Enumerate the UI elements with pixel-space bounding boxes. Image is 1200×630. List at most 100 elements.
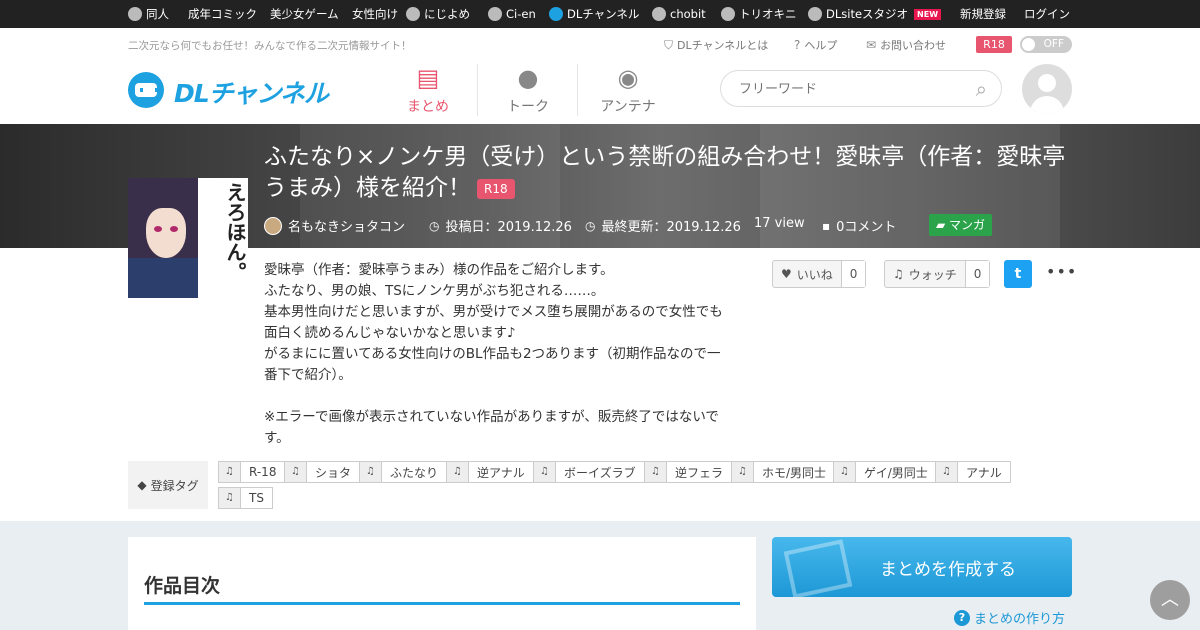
tag-label: ゲイ/男同士 [864, 465, 928, 480]
r18-toggle[interactable]: OFF [1020, 36, 1072, 53]
user-avatar[interactable] [1022, 64, 1072, 114]
r18-badge: R18 [477, 178, 515, 199]
category-label: マンガ [949, 218, 986, 232]
thumbnail-text: えろほん。 [223, 182, 247, 282]
new-badge: NEW [914, 8, 942, 20]
registered-tags-label: ◆ 登録タグ [128, 461, 208, 509]
tag-label: R-18 [249, 465, 277, 479]
shield-icon: ⛉ [664, 37, 674, 52]
tag-label: ショタ [315, 465, 352, 480]
r18-button[interactable]: R18 [976, 36, 1012, 53]
topbar-cien-link[interactable]: Ci-en [488, 0, 536, 28]
thumb-face [146, 208, 186, 258]
chevron-up-icon: ︿ [1161, 589, 1179, 610]
question-circle-icon: ? [954, 609, 970, 626]
topbar-studio-link[interactable]: DLsiteスタジオ NEW [808, 0, 942, 28]
topbar-label: 成年コミック [188, 7, 257, 21]
view-count-text: 17 view [754, 216, 805, 231]
tab-talk[interactable]: ● トーク [478, 64, 578, 124]
topbar-triokini-link[interactable]: トリオキニ [721, 0, 797, 28]
bell-icon[interactable]: ♫ [447, 462, 469, 482]
help-label: ヘルプ [804, 39, 838, 52]
topbar-label: にじよめ [424, 7, 470, 21]
article-thumbnail[interactable]: えろほん。 [128, 178, 248, 298]
topbar-comic-link[interactable]: 成年コミック [188, 0, 257, 28]
topbar-dlchannel-link[interactable]: DLチャンネル [549, 0, 639, 28]
topbar-game-link[interactable]: 美少女ゲーム [270, 0, 339, 28]
topbar-doujin-link[interactable]: 同人 [128, 0, 169, 28]
article-title: ふたなり×ノンケ男（受け）という禁断の組み合わせ！愛昧亭（作者：愛昧亭うまみ）様… [264, 142, 1074, 204]
tag-item[interactable]: ♫ 逆フェラ [644, 461, 733, 483]
toggle-label: OFF [1043, 38, 1064, 50]
tag-item[interactable]: ♫ R-18 [218, 461, 286, 483]
article-description: 愛昧亭（作者：愛昧亭うまみ）様の作品をご紹介します。 ふたなり、男の娘、TSにノ… [264, 262, 723, 446]
like-button[interactable]: ♥ いいね 0 [772, 260, 867, 288]
tag-item[interactable]: ♫ ゲイ/男同士 [833, 461, 937, 483]
bell-icon[interactable]: ♫ [534, 462, 556, 482]
triokini-icon [721, 7, 735, 21]
tag-item[interactable]: ♫ ボーイズラブ [533, 461, 645, 483]
search-icon[interactable]: ⌕ [976, 77, 987, 101]
tab-matome[interactable]: ▤ まとめ [378, 64, 478, 124]
topbar-label: 同人 [146, 7, 169, 21]
tag-item[interactable]: ♫ ショタ [284, 461, 361, 483]
tab-label: まとめ [407, 99, 449, 115]
topbar-label: 美少女ゲーム [270, 7, 339, 21]
site-logo[interactable]: DLチャンネル [128, 68, 358, 112]
twitter-share-button[interactable]: t [1004, 260, 1032, 288]
about-link[interactable]: ⛉ DLチャンネルとは [664, 37, 768, 53]
tag-label: 逆アナル [477, 465, 525, 480]
bell-icon[interactable]: ♫ [360, 462, 382, 482]
comment-count[interactable]: ▪ 0コメント [822, 216, 896, 236]
site-header: 二次元なら何でもお任せ！みんなで作る二次元情報サイト！ ⛉ DLチャンネルとは ?… [0, 28, 1200, 124]
contact-link[interactable]: ✉ お問い合わせ [866, 37, 946, 53]
watch-control: ♫ ウォッチ [885, 261, 965, 287]
topbar-chobit-link[interactable]: chobit [652, 0, 706, 28]
help-link[interactable]: ? ヘルプ [794, 37, 837, 53]
top-navigation-bar: 同人 成年コミック 美少女ゲーム 女性向け にじよめ Ci-en DLチャンネル… [0, 0, 1200, 28]
create-matome-button[interactable]: まとめを作成する [772, 537, 1072, 597]
dlchannel-icon [549, 7, 563, 21]
logo-text: DLチャンネル [174, 79, 329, 108]
tab-antenna[interactable]: ◉ アンテナ [578, 64, 678, 124]
toc-title: 作品目次 [144, 575, 221, 597]
talk-bubble-icon: ● [517, 64, 539, 92]
register-link[interactable]: 新規登録 [960, 0, 1006, 28]
cien-icon [488, 7, 502, 21]
topbar-female-link[interactable]: 女性向け [352, 0, 398, 28]
login-link[interactable]: ログイン [1024, 0, 1070, 28]
table-of-contents: 作品目次 [128, 537, 756, 630]
author-info[interactable]: 名もなきショタコン [264, 216, 405, 235]
watch-button[interactable]: ♫ ウォッチ 0 [884, 260, 991, 288]
comment-icon: ▪ [822, 218, 831, 233]
like-label: いいね [796, 267, 833, 282]
category-button[interactable]: ▰ マンガ [929, 214, 993, 236]
tag-item[interactable]: ♫ ホモ/男同士 [731, 461, 836, 483]
howto-link[interactable]: ? まとめの作り方 [954, 608, 1065, 627]
topbar-nijiyome-link[interactable]: にじよめ [406, 0, 470, 28]
site-tagline: 二次元なら何でもお任せ！みんなで作る二次元情報サイト！ [128, 40, 412, 52]
tag-item[interactable]: ♫ 逆アナル [446, 461, 534, 483]
bell-icon[interactable]: ♫ [219, 462, 241, 482]
contact-label: お問い合わせ [880, 39, 947, 52]
tag-label: アナル [966, 465, 1002, 480]
more-options-icon[interactable]: ••• [1046, 262, 1077, 281]
bell-icon[interactable]: ♫ [219, 488, 241, 508]
posted-date: ◷ 投稿日：2019.12.26 [429, 216, 572, 236]
bell-icon[interactable]: ♫ [732, 462, 754, 482]
search-input[interactable] [739, 79, 959, 99]
robot-logo-icon [128, 72, 164, 108]
bell-icon[interactable]: ♫ [936, 462, 958, 482]
bell-icon[interactable]: ♫ [285, 462, 307, 482]
bell-icon[interactable]: ♫ [834, 462, 856, 482]
scroll-to-top-button[interactable]: ︿ [1150, 580, 1190, 620]
watch-count: 0 [964, 261, 990, 287]
author-name: 名もなきショタコン [288, 220, 406, 235]
tag-item[interactable]: ♫ TS [218, 487, 273, 509]
topbar-label: 女性向け [352, 7, 398, 21]
bell-icon[interactable]: ♫ [645, 462, 667, 482]
tag-item[interactable]: ♫ アナル [935, 461, 1011, 483]
heart-icon: ♥ [781, 267, 792, 281]
twitter-icon: t [1014, 266, 1022, 282]
tag-item[interactable]: ♫ ふたなり [359, 461, 448, 483]
